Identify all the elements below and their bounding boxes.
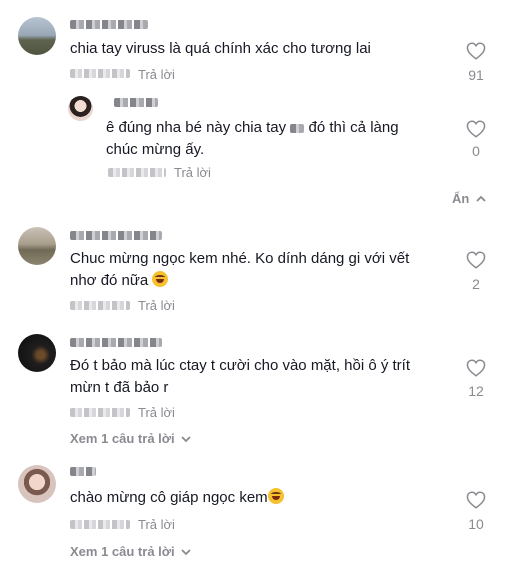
avatar[interactable] [18,334,56,372]
heart-outline-icon [466,251,486,269]
heart-outline-icon [466,359,486,377]
like-count: 10 [468,516,484,532]
reply-reply-button[interactable]: Trả lời [174,165,211,180]
chevron-down-icon [181,436,191,443]
heart-outline-icon [466,42,486,60]
avatar[interactable] [18,227,56,265]
reply-like-count: 0 [472,143,480,159]
heart-outline-icon [466,491,486,509]
heart-outline-icon [466,120,486,138]
chevron-up-icon [476,195,486,202]
laughing-face-emoji [267,488,284,504]
timestamp-redacted [70,408,130,417]
view-replies-label: Xem 1 câu trả lời [70,431,175,446]
reply-avatar[interactable] [68,96,93,121]
like-count: 91 [468,67,484,83]
timestamp-redacted [70,301,130,310]
like-button[interactable] [465,491,487,514]
comment-text: Đó t bảo mà lúc ctay t cười cho vào mặt,… [70,357,411,396]
reply-button[interactable]: Trả lời [138,67,175,82]
redacted-word [290,123,305,133]
reply-username-redacted[interactable] [114,98,158,107]
reply-button[interactable]: Trả lời [138,517,175,532]
reply-timestamp-redacted [108,168,166,177]
timestamp-redacted [70,69,130,78]
collapse-label: Ẩn [452,191,470,206]
like-button[interactable] [465,359,487,382]
laughing-face-emoji [152,271,169,287]
comment-text: chia tay viruss là quá chính xác cho tươ… [70,40,371,57]
timestamp-redacted [70,520,130,529]
reply-button[interactable]: Trả lời [138,405,175,420]
collapse-replies-button[interactable]: Ẩn [452,191,486,206]
username-redacted[interactable] [70,467,96,476]
like-button[interactable] [465,251,487,274]
comment-text: chào mừng cô giáp ngọc kem [70,487,284,509]
like-count: 12 [468,383,484,399]
like-button[interactable] [465,42,487,65]
avatar[interactable] [18,465,56,503]
reply-text: ê đúng nha bé này chia tay đó thì cả làn… [106,119,399,158]
username-redacted[interactable] [70,20,148,29]
view-replies-label: Xem 1 câu trả lời [70,544,175,559]
username-redacted[interactable] [70,231,162,240]
view-replies-button[interactable]: Xem 1 câu trả lời [70,431,191,446]
comment-text: Chuc mừng ngọc kem nhé. Ko dính dáng gi … [70,250,410,289]
username-redacted[interactable] [70,338,162,347]
chevron-down-icon [181,549,191,556]
avatar[interactable] [18,17,56,55]
reply-button[interactable]: Trả lời [138,298,175,313]
view-replies-button[interactable]: Xem 1 câu trả lời [70,544,191,559]
like-count: 2 [472,276,480,292]
reply-like-button[interactable] [465,120,487,143]
